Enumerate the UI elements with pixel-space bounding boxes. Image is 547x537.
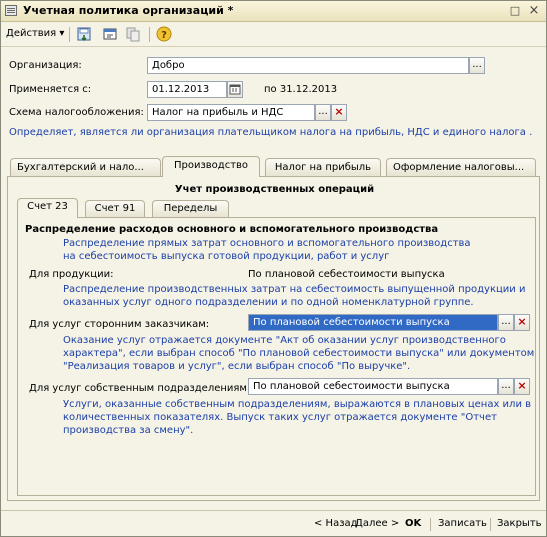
tax-scheme-clear-button[interactable]: ×	[331, 104, 347, 121]
distribution-hint-line1: Распределение прямых затрат основного и …	[63, 238, 471, 249]
external-services-label: Для услуг сторонним заказчикам:	[29, 319, 210, 330]
internal-services-select-button[interactable]: ...	[498, 378, 514, 395]
actions-menu[interactable]: Действия ▾	[6, 28, 64, 39]
external-services-select-button[interactable]: ...	[498, 314, 514, 331]
organization-label: Организация:	[9, 60, 82, 71]
tax-scheme-hint: Определяет, является ли организация плат…	[9, 127, 533, 138]
distribution-heading: Распределение расходов основного и вспом…	[25, 224, 439, 235]
bottom-bar: < Назад Далее > OK Записать Закрыть	[1, 510, 546, 536]
toolbar-divider	[69, 27, 70, 42]
help-glyph: ?	[161, 30, 167, 41]
products-hint-line2: оказанных услуг одного подразделении и п…	[63, 297, 474, 308]
footer-divider	[430, 518, 431, 531]
copy-icon[interactable]	[125, 26, 141, 42]
external-services-hint-line2: характера", если выбран способ "По плано…	[63, 348, 535, 359]
date-to-text: по 31.12.2013	[264, 84, 338, 95]
policy-window: Учетная политика организаций * □ × Дейст…	[0, 0, 547, 537]
tab-profit-tax[interactable]: Налог на прибыль	[265, 158, 381, 176]
chevron-down-icon: ▾	[59, 28, 65, 39]
tab-account-91[interactable]: Счет 91	[85, 200, 145, 217]
tab-tax-documents[interactable]: Оформление налоговы...	[386, 158, 536, 176]
products-hint-line1: Распределение производственных затрат на…	[63, 284, 526, 295]
document-icon	[5, 5, 17, 16]
save-button[interactable]: Записать	[438, 518, 487, 529]
external-services-field[interactable]: По плановой себестоимости выпуска	[248, 314, 498, 331]
applies-from-label: Применяется с:	[9, 84, 92, 95]
calendar-icon[interactable]	[227, 81, 243, 98]
back-button[interactable]: < Назад	[314, 518, 358, 529]
distribution-hint-line2: на себестоимость выпуска готовой продукц…	[63, 251, 390, 262]
ok-button[interactable]: OK	[405, 518, 421, 529]
title-bar: Учетная политика организаций * □ ×	[1, 1, 546, 22]
tax-scheme-select-button[interactable]: ...	[315, 104, 331, 121]
products-value: По плановой себестоимости выпуска	[248, 269, 445, 280]
tab-account-23[interactable]: Счет 23	[17, 198, 78, 218]
products-label: Для продукции:	[29, 269, 114, 280]
internal-services-label: Для услуг собственным подразделениям:	[29, 383, 251, 394]
section-title: Учет производственных операций	[174, 184, 375, 195]
internal-services-hint-line3: производства за смену".	[63, 425, 194, 436]
window-title: Учетная политика организаций *	[23, 4, 234, 17]
date-from-field[interactable]: 01.12.2013	[147, 81, 227, 98]
organization-select-button[interactable]: ...	[469, 57, 485, 74]
tax-scheme-label: Схема налогообложения:	[9, 107, 144, 118]
help-icon[interactable]: ?	[156, 26, 172, 42]
close-button[interactable]: Закрыть	[497, 518, 542, 529]
external-services-hint-line3: "Реализация товаров и услуг", если выбра…	[63, 361, 411, 372]
external-services-clear-button[interactable]: ×	[514, 314, 530, 331]
save-document-icon[interactable]	[76, 26, 92, 42]
organization-field[interactable]: Добро	[147, 57, 469, 74]
maximize-button[interactable]: □	[508, 4, 522, 17]
footer-divider	[490, 518, 491, 531]
internal-services-hint-line1: Услуги, оказанные собственным подразделе…	[63, 399, 532, 410]
tax-scheme-field[interactable]: Налог на прибыль и НДС	[147, 104, 315, 121]
next-button[interactable]: Далее >	[355, 518, 399, 529]
external-services-hint-line1: Оказание услуг отражается документе "Акт…	[63, 335, 506, 346]
toolbar-divider	[149, 27, 150, 42]
toolbar: Действия ▾ ?	[1, 22, 546, 47]
actions-label: Действия	[6, 28, 57, 39]
tab-redistribution[interactable]: Переделы	[152, 200, 229, 217]
internal-services-field[interactable]: По плановой себестоимости выпуска	[248, 378, 498, 395]
structure-icon[interactable]	[102, 26, 118, 42]
tab-accounting[interactable]: Бухгалтерский и нало...	[10, 158, 161, 176]
internal-services-clear-button[interactable]: ×	[514, 378, 530, 395]
close-window-button[interactable]: ×	[527, 4, 541, 17]
internal-services-hint-line2: количественных показателях. Выпуск таких…	[63, 412, 497, 423]
tab-production[interactable]: Производство	[162, 156, 260, 177]
